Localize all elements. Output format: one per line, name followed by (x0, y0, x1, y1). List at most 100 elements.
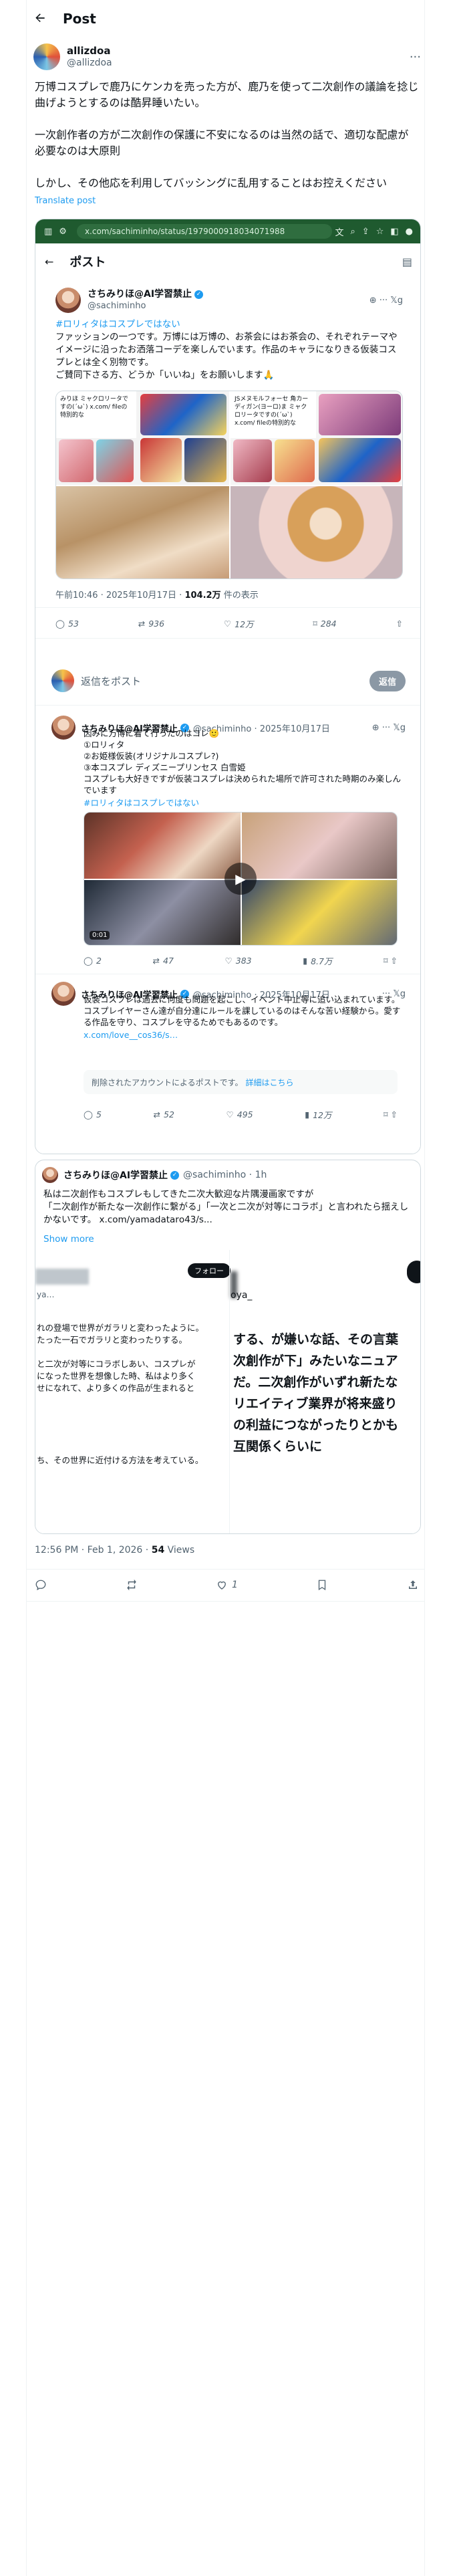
like-count: 495 (237, 1109, 253, 1119)
inner-title: ポスト (69, 255, 106, 270)
quoted-media: フォロー ya… oya_ れの登場で世界がガラリと変わったように。 たった一石… (35, 1250, 420, 1533)
url-bar: x.com/sachiminho/status/1979000918034071… (76, 224, 332, 239)
tune-icon: ⚙ (59, 226, 67, 237)
inner-views-suffix: 件の表示 (220, 591, 259, 601)
post-author[interactable]: allizdoa @allizdoa ··· (33, 41, 421, 72)
inner-handle: @sachiminho (88, 301, 146, 311)
share-icon[interactable] (407, 1579, 419, 1591)
repost-icon: ⇄ 47 (152, 955, 174, 966)
figure-image (140, 394, 227, 435)
inner-display-name: さちみりほ@AI学習禁止 (88, 289, 192, 300)
reply-2: さちみりほ@AI学習禁止 ✓ @sachiminho · 2025年10月17日 … (51, 982, 406, 1041)
reply-link: x.com/love__cos36/s… (84, 1030, 178, 1040)
divider (27, 1569, 424, 1570)
reply2-actions: ◯ 5 ⇄ 52 ♡ 495 ▮ 12万 ⌑ ⇧ (84, 1106, 398, 1122)
inner-avatar (55, 288, 81, 313)
post-actions: 1 (35, 1575, 419, 1595)
extension-icon: ◧ (390, 226, 399, 237)
doll-photo (231, 486, 402, 578)
reply-video-grid: ▶ 0:01 (84, 812, 398, 946)
reply-icon: ◯ 5 (84, 1109, 102, 1119)
translate-link[interactable]: Translate post (35, 196, 96, 206)
reply-controls: ⊕ ··· 𝕏g (371, 722, 406, 733)
more-icon[interactable]: ··· (410, 50, 421, 64)
repost-icon: ⇄ 936 (138, 618, 165, 629)
share-icon: ⌑ ⇧ (384, 1109, 398, 1119)
quoted-header: さちみりほ@AI学習禁止 ✓ @sachiminho · 1h (42, 1167, 414, 1183)
post-meta: 12:56 PM · Feb 1, 2026 · 54 Views (35, 1545, 194, 1555)
quoted-avatar (42, 1167, 58, 1183)
right-column-text: する、が嫌いな話、その言葉 次創作が下」みたいなニュア だ。二次創作がいずれ新た… (233, 1332, 399, 1454)
inner-hashtag: #ロリィタはコスプレではない (55, 319, 180, 330)
verified-badge-icon: ✓ (194, 290, 204, 299)
author-handle[interactable]: @allizdoa (67, 57, 112, 69)
inner-time: 午前10:46 · 2025年10月17日 · (55, 591, 185, 601)
author-display-name[interactable]: allizdoa (67, 45, 112, 57)
like-count: 12万 (235, 619, 254, 629)
divider (35, 607, 420, 608)
reply-icon[interactable] (35, 1579, 47, 1591)
like-icon: ♡ 495 (226, 1109, 253, 1119)
reply-icon: ◯ 53 (55, 618, 79, 629)
reply-input: 返信をポスト (81, 675, 142, 687)
like-icon: ♡ 383 (224, 955, 252, 966)
screenshot-image[interactable]: ▥ ⚙ x.com/sachiminho/status/197900091803… (35, 219, 421, 1154)
deleted-text: 削除されたアカウントによるポストです。 (92, 1077, 243, 1087)
image-cell-1: みりほ ミャクロリータですの(´ω`) x.com/ fileの特別的な (56, 391, 229, 485)
inner-text: #ロリィタはコスプレではない ファッションの一つです。万博には万博の、お茶会には… (55, 318, 403, 382)
reply-avatar (51, 982, 76, 1006)
video-thumb-4 (242, 880, 397, 945)
reply-text: 因みに万博に着て行ったのはコレ🙂 ①ロリィタ ②お姫様仮装(オリジナルコスプレ?… (84, 728, 402, 795)
deleted-post-notice: 削除されたアカウントによるポストです。 詳細はこちら (84, 1070, 398, 1094)
translate-icon: 文 (335, 227, 344, 238)
figure-image (319, 394, 401, 435)
divider (35, 705, 420, 706)
figure-image (319, 438, 401, 482)
right-rail (424, 0, 451, 2576)
page: Post allizdoa @allizdoa ··· 万博コスプレで鹿乃にケン… (0, 0, 451, 2576)
arrow-left-icon[interactable] (27, 11, 53, 27)
reply-count: 53 (68, 618, 79, 629)
reply-compose: 返信をポスト 返信 (51, 667, 406, 694)
right-name: oya_ (231, 1290, 253, 1301)
post-text: 万博コスプレで鹿乃にケンカを売った方が、鹿乃を使って二次創作の議論を捻じ曲げよう… (35, 80, 419, 189)
left-rail (0, 0, 27, 2576)
like-icon[interactable]: 1 (216, 1579, 238, 1591)
quoted-display-name: さちみりほ@AI学習禁止 (63, 1170, 168, 1181)
repost-count: 52 (164, 1109, 174, 1119)
inner-meta: 午前10:46 · 2025年10月17日 · 104.2万 件の表示 (55, 588, 259, 601)
views-count: 8.7万 (311, 956, 333, 966)
figure-image (233, 439, 272, 482)
deleted-link: 詳細はこちら (245, 1077, 294, 1087)
repost-icon[interactable] (126, 1579, 138, 1591)
blurred-avatar (35, 1269, 89, 1285)
sidebar-icon: ▥ (44, 226, 53, 237)
reply-button: 返信 (369, 670, 406, 691)
compose-avatar (51, 669, 74, 692)
show-more-link[interactable]: Show more (43, 1234, 94, 1245)
quote-card-1: みりほ ミャクロリータですの(´ω`) x.com/ fileの特別的な (56, 391, 136, 438)
views-icon: ▮ 8.7万 (303, 955, 333, 966)
avatar[interactable] (33, 43, 60, 70)
reply1-actions: ◯ 2 ⇄ 47 ♡ 383 ▮ 8.7万 ⌑ ⇧ (84, 952, 398, 968)
zoom-icon: ⌕ (350, 226, 355, 237)
reply-count: 2 (96, 955, 102, 966)
page-title: Post (63, 11, 96, 27)
inner-image-grid: みりほ ミャクロリータですの(´ω`) x.com/ fileの特別的な JSメ… (55, 391, 403, 579)
verified-badge-icon: ✓ (170, 1170, 180, 1180)
figure-image (96, 439, 134, 482)
reply-avatar (51, 716, 76, 740)
quoted-post[interactable]: さちみりほ@AI学習禁止 ✓ @sachiminho · 1h 私は二次創作もコス… (35, 1160, 421, 1534)
inner-views: 104.2万 (184, 591, 221, 601)
views-icon: ▮ 12万 (305, 1109, 332, 1120)
video-thumb-1 (84, 813, 241, 879)
bookmark-icon[interactable] (316, 1579, 328, 1591)
inner-body: ファッションの一つです。万博には万博の、お茶会にはお茶会の、それぞれテーマやイメ… (55, 332, 398, 381)
post-views: 54 (151, 1545, 165, 1555)
share-icon: ⇧ (396, 618, 403, 629)
reply-count: 5 (96, 1109, 102, 1119)
quote-card-2: JSメヌモルフォーセ 角カーディガン(ヨーロ)ま ミャクロリータですの(´ω`)… (231, 391, 316, 438)
reply-icon: ◯ 2 (84, 955, 102, 966)
figure-image (59, 439, 94, 482)
lolita-dress-photo (56, 486, 229, 578)
